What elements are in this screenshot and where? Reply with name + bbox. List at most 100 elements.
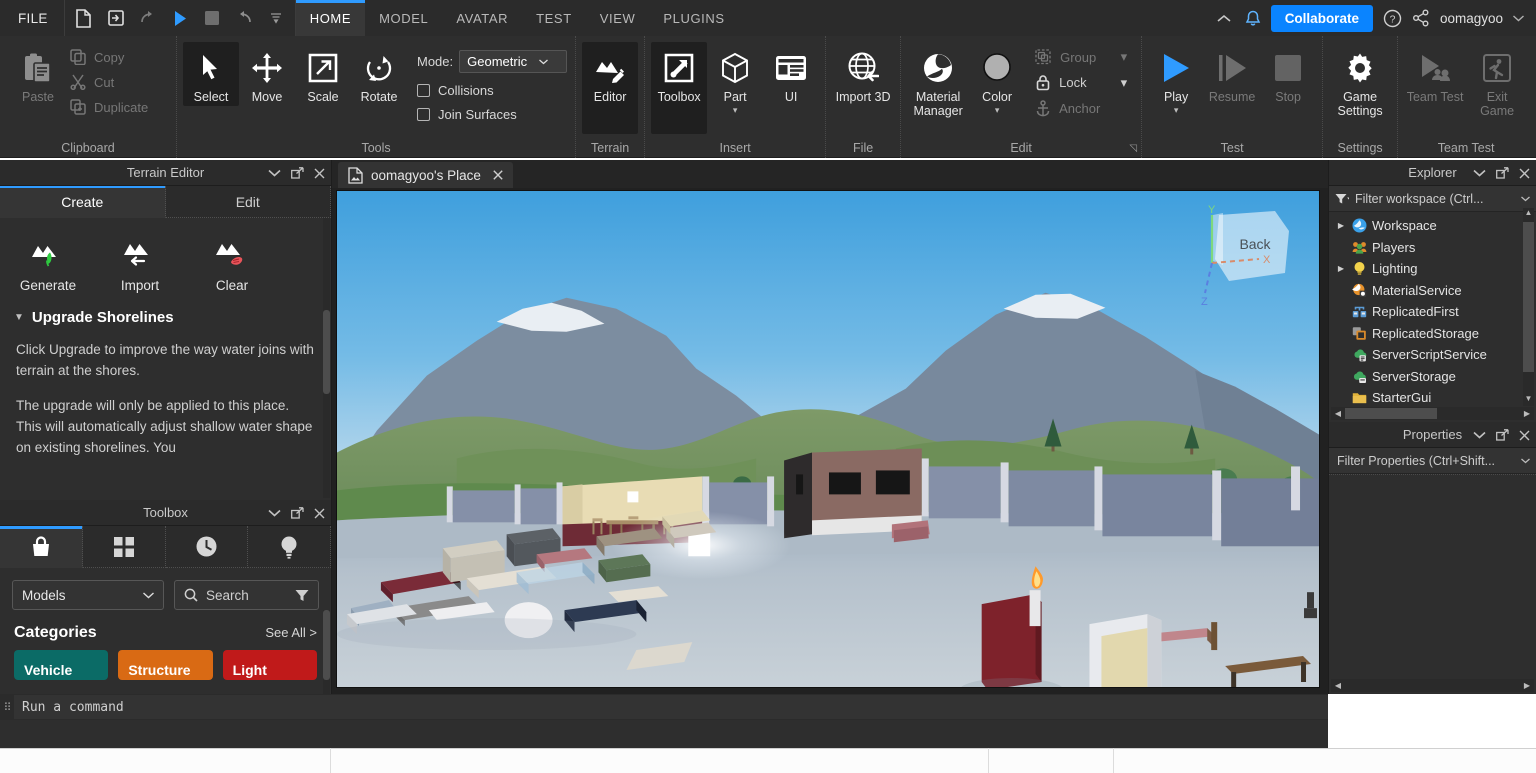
game-settings-button[interactable]: Game Settings xyxy=(1329,42,1391,121)
collaborate-button[interactable]: Collaborate xyxy=(1270,4,1373,32)
customize-caret-icon[interactable] xyxy=(261,3,291,33)
rotate-tool-button[interactable]: Rotate xyxy=(351,42,407,106)
chevron-down-icon[interactable]: ▾ xyxy=(1121,49,1128,65)
chevron-down-icon[interactable] xyxy=(1473,169,1486,177)
color-button[interactable]: Color ▾ xyxy=(969,42,1025,118)
drag-grip-icon[interactable]: ⠿ xyxy=(0,701,14,714)
select-tool-button[interactable]: Select xyxy=(183,42,239,107)
undock-icon[interactable] xyxy=(1496,167,1509,179)
viewport-tab-place[interactable]: oomagyoo's Place xyxy=(338,162,513,188)
command-input[interactable]: Run a command xyxy=(14,695,1328,719)
open-file-icon[interactable] xyxy=(101,3,131,33)
tree-item-materialservice[interactable]: MaterialService xyxy=(1329,280,1536,302)
tab-avatar[interactable]: AVATAR xyxy=(442,0,522,36)
move-tool-button[interactable]: Move xyxy=(239,42,295,106)
close-icon[interactable] xyxy=(314,168,325,179)
tab-model[interactable]: MODEL xyxy=(365,0,442,36)
tree-item-players[interactable]: Players xyxy=(1329,237,1536,259)
duplicate-button[interactable]: Duplicate xyxy=(66,96,170,118)
tab-edit[interactable]: Edit xyxy=(165,186,331,218)
import-3d-button[interactable]: Import 3D xyxy=(832,42,894,106)
anchor-button[interactable]: Anchor xyxy=(1031,97,1135,120)
explorer-filter-input[interactable]: Filter workspace (Ctrl... xyxy=(1329,186,1536,212)
tab-view[interactable]: VIEW xyxy=(586,0,650,36)
properties-filter-input[interactable]: Filter Properties (Ctrl+Shift... xyxy=(1329,448,1536,474)
toolbox-tab-creations[interactable] xyxy=(248,526,331,568)
tree-item-serverscriptservice[interactable]: ServerScriptService xyxy=(1329,344,1536,366)
chevron-down-icon[interactable] xyxy=(268,509,281,517)
scrollbar-thumb[interactable] xyxy=(323,610,330,680)
see-all-link[interactable]: See All > xyxy=(265,625,317,640)
category-chip-structure[interactable]: Structure xyxy=(118,650,213,680)
ui-button[interactable]: UI xyxy=(763,42,819,106)
paste-button[interactable]: Paste xyxy=(10,42,66,106)
stop-button[interactable]: Stop xyxy=(1260,42,1316,106)
terrain-generate-button[interactable]: Generate xyxy=(16,232,80,293)
redo-icon[interactable] xyxy=(133,3,163,33)
scroll-right-arrow-icon[interactable]: ▶ xyxy=(1520,681,1534,690)
play-icon[interactable] xyxy=(165,3,195,33)
category-chip-light[interactable]: Light xyxy=(222,650,317,680)
chevron-down-icon[interactable]: ▾ xyxy=(1174,105,1179,115)
expand-arrow-icon[interactable]: ▶ xyxy=(1335,221,1347,230)
scrollbar-thumb[interactable] xyxy=(323,310,330,394)
navigation-gizmo[interactable]: Back Y X Z xyxy=(1185,201,1305,311)
scroll-up-arrow-icon[interactable]: ▲ xyxy=(1523,208,1534,220)
tab-test[interactable]: TEST xyxy=(522,0,586,36)
tab-create[interactable]: Create xyxy=(0,186,166,218)
scroll-down-arrow-icon[interactable]: ▼ xyxy=(1523,394,1534,406)
team-test-button[interactable]: Team Test xyxy=(1404,42,1466,106)
copy-button[interactable]: Copy xyxy=(66,46,170,68)
toolbox-category-select[interactable]: Models xyxy=(12,580,164,610)
join-surfaces-checkbox[interactable]: Join Surfaces xyxy=(415,104,569,125)
new-file-icon[interactable] xyxy=(69,3,99,33)
play-button[interactable]: Play ▾ xyxy=(1148,42,1204,118)
mode-select[interactable]: Geometric xyxy=(459,50,568,73)
toolbox-tab-inventory[interactable] xyxy=(82,526,166,568)
tree-item-replicatedstorage[interactable]: ReplicatedStorage xyxy=(1329,323,1536,345)
scrollbar-track[interactable] xyxy=(1345,408,1520,419)
tab-plugins[interactable]: PLUGINS xyxy=(649,0,738,36)
collisions-checkbox[interactable]: Collisions xyxy=(415,80,569,101)
group-button[interactable]: Group ▾ xyxy=(1031,46,1135,68)
toolbox-button[interactable]: Toolbox xyxy=(651,42,708,134)
stop-icon[interactable] xyxy=(197,3,227,33)
toolbox-tab-marketplace[interactable] xyxy=(0,526,83,568)
terrain-clear-button[interactable]: Clear xyxy=(200,232,264,293)
chevron-down-icon[interactable]: ▾ xyxy=(1121,75,1128,91)
chevron-down-icon[interactable] xyxy=(1473,431,1486,439)
close-icon[interactable] xyxy=(493,170,503,180)
close-icon[interactable] xyxy=(1519,430,1530,441)
undock-icon[interactable] xyxy=(291,507,304,519)
scrollbar-thumb[interactable] xyxy=(1523,222,1534,372)
expand-arrow-icon[interactable]: ▶ xyxy=(1335,264,1347,273)
viewport-3d[interactable]: Back Y X Z xyxy=(336,190,1320,688)
scroll-left-arrow-icon[interactable]: ◀ xyxy=(1331,409,1345,418)
exit-game-button[interactable]: Exit Game xyxy=(1466,42,1528,121)
properties-horizontal-scrollbar[interactable]: ◀ ▶ xyxy=(1331,679,1534,692)
undock-icon[interactable] xyxy=(291,167,304,179)
undock-icon[interactable] xyxy=(1496,429,1509,441)
explorer-horizontal-scrollbar[interactable]: ◀ ▶ xyxy=(1331,407,1534,420)
upgrade-shorelines-section-header[interactable]: ▼ Upgrade Shorelines xyxy=(0,299,331,330)
cut-button[interactable]: Cut xyxy=(66,71,170,93)
toolbox-tab-recent[interactable] xyxy=(165,526,249,568)
scroll-right-arrow-icon[interactable]: ▶ xyxy=(1520,409,1534,418)
file-menu-button[interactable]: FILE xyxy=(0,0,64,36)
terrain-import-button[interactable]: Import xyxy=(108,232,172,293)
tab-home[interactable]: HOME xyxy=(295,0,366,36)
chevron-down-icon[interactable] xyxy=(268,169,281,177)
scroll-left-arrow-icon[interactable]: ◀ xyxy=(1331,681,1345,690)
tree-item-workspace[interactable]: ▶ Workspace xyxy=(1329,215,1536,237)
lock-button[interactable]: Lock ▾ xyxy=(1031,71,1135,94)
share-nodes-icon[interactable] xyxy=(1412,9,1430,27)
close-icon[interactable] xyxy=(314,508,325,519)
tree-item-replicatedfirst[interactable]: ReplicatedFirst xyxy=(1329,301,1536,323)
tree-item-startergui[interactable]: StarterGui xyxy=(1329,387,1536,409)
explorer-vertical-scrollbar[interactable]: ▲ ▼ xyxy=(1523,208,1534,406)
toolbox-search-input[interactable]: Search xyxy=(174,580,319,610)
resume-button[interactable]: Resume xyxy=(1204,42,1260,106)
chevron-down-icon[interactable]: ▾ xyxy=(995,105,1000,115)
bell-icon[interactable] xyxy=(1245,10,1261,27)
category-chip-vehicle[interactable]: Vehicle xyxy=(14,650,109,680)
